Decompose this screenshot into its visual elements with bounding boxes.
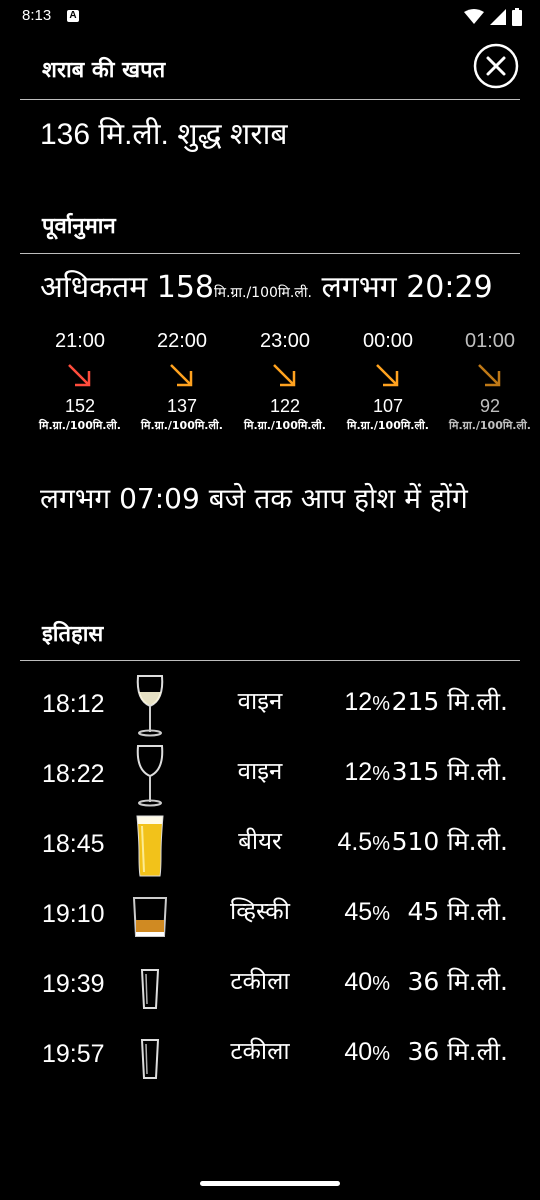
beer-glass-icon xyxy=(136,815,164,877)
whiskey-glass-icon xyxy=(132,897,168,937)
forecast-unit: मि.ग्रा./100मि.ली. xyxy=(141,419,223,432)
forecast-item: 00:00 107 मि.ग्रा./100मि.ली. xyxy=(333,330,443,433)
abv-percent-sign: % xyxy=(372,1043,390,1065)
battery-icon xyxy=(512,8,522,26)
drink-amount: 36 मि.ली. xyxy=(407,1037,508,1066)
close-button[interactable] xyxy=(472,42,520,90)
drink-time: 18:12 xyxy=(42,690,105,718)
divider xyxy=(20,660,520,661)
drink-name: बीयर xyxy=(238,827,282,855)
forecast-time: 01:00 xyxy=(464,330,516,352)
drink-amount: 315 मि.ली. xyxy=(391,757,508,786)
wine-glass-icon xyxy=(136,675,164,737)
total-alcohol: 136 मि.ली. शुद्ध शराब xyxy=(40,118,288,151)
signal-icon xyxy=(490,9,506,25)
peak-prefix: अधिकतम 158 xyxy=(40,270,215,305)
shot-glass-icon xyxy=(140,969,160,1009)
history-row[interactable]: 18:12 वाइन 12% 215 मि.ली. xyxy=(0,670,540,740)
status-time: 8:13 xyxy=(22,7,52,24)
drink-name: व्हिस्की xyxy=(230,897,290,925)
abv-percent-sign: % xyxy=(372,903,390,925)
forecast-item: 23:00 122 मि.ग्रा./100मि.ली. xyxy=(230,330,340,433)
page-title: शराब की खपत xyxy=(42,58,166,83)
abv-percent-sign: % xyxy=(372,973,390,995)
drink-amount: 45 मि.ली. xyxy=(407,897,508,926)
forecast-title: पूर्वानुमान xyxy=(42,214,116,239)
abv-value: 4.5 xyxy=(337,828,373,856)
history-row[interactable]: 18:45 बीयर 4.5% 510 मि.ली. xyxy=(0,810,540,880)
arrow-down-right-icon xyxy=(68,364,91,387)
abv-percent-sign: % xyxy=(372,763,390,785)
forecast-value: 122 xyxy=(269,396,301,416)
forecast-unit: मि.ग्रा./100मि.ली. xyxy=(244,419,326,432)
forecast-item: 21:00 152 मि.ग्रा./100मि.ली. xyxy=(25,330,135,433)
abv-value: 40 xyxy=(344,968,373,996)
forecast-item: 22:00 137 मि.ग्रा./100मि.ली. xyxy=(127,330,237,433)
notification-a-icon: A xyxy=(67,10,79,22)
drink-time: 18:22 xyxy=(42,760,105,788)
arrow-down-right-icon xyxy=(273,364,296,387)
wifi-icon xyxy=(464,9,484,24)
wine-glass-icon xyxy=(136,745,164,807)
history-row[interactable]: 18:22 वाइन 12% 315 मि.ली. xyxy=(0,740,540,810)
peak-unit: मि.ग्रा./100मि.ली. xyxy=(214,285,312,301)
arrow-down-right-icon xyxy=(478,364,501,387)
forecast-time: 21:00 xyxy=(54,330,106,352)
drink-amount: 36 मि.ली. xyxy=(407,967,508,996)
forecast-time: 23:00 xyxy=(259,330,311,352)
close-icon xyxy=(473,43,519,89)
abv-value: 12 xyxy=(344,758,373,786)
home-indicator[interactable] xyxy=(200,1181,340,1186)
drink-name: टकीला xyxy=(230,1037,290,1065)
forecast-value: 152 xyxy=(64,396,96,416)
drink-abv: 4.5% xyxy=(337,828,390,857)
drink-abv: 40% xyxy=(344,1038,390,1067)
drink-time: 18:45 xyxy=(42,830,105,858)
forecast-value: 137 xyxy=(166,396,198,416)
drink-name: वाइन xyxy=(237,757,283,785)
forecast-list[interactable]: 21:00 152 मि.ग्रा./100मि.ली. 22:00 137 म… xyxy=(0,330,540,442)
status-icons xyxy=(464,7,522,27)
drink-abv: 40% xyxy=(344,968,390,997)
drink-abv: 12% xyxy=(344,688,390,717)
drink-time: 19:39 xyxy=(42,970,105,998)
drink-amount: 215 मि.ली. xyxy=(391,687,508,716)
drink-time: 19:57 xyxy=(42,1040,105,1068)
drink-abv: 12% xyxy=(344,758,390,787)
drink-abv: 45% xyxy=(344,898,390,927)
forecast-value: 107 xyxy=(372,396,404,416)
peak-bac: अधिकतम 158मि.ग्रा./100मि.ली. लगभग 20:29 xyxy=(40,265,493,306)
divider xyxy=(20,253,520,254)
history-row[interactable]: 19:39 टकीला 40% 36 मि.ली. xyxy=(0,950,540,1020)
shot-glass-icon xyxy=(140,1039,160,1079)
status-bar: 8:13 A xyxy=(0,0,540,34)
forecast-value: 92 xyxy=(479,396,501,416)
history-row[interactable]: 19:57 टकीला 40% 36 मि.ली. xyxy=(0,1020,540,1090)
drink-amount: 510 मि.ली. xyxy=(391,827,508,856)
forecast-unit: मि.ग्रा./100मि.ली. xyxy=(449,419,531,432)
history-title: इतिहास xyxy=(42,622,104,647)
abv-value: 45 xyxy=(344,898,373,926)
abv-value: 12 xyxy=(344,688,373,716)
drink-time: 19:10 xyxy=(42,900,105,928)
sober-time-text: लगभग 07:09 बजे तक आप होश में होंगे xyxy=(40,482,468,515)
arrow-down-right-icon xyxy=(376,364,399,387)
drink-name: टकीला xyxy=(230,967,290,995)
forecast-unit: मि.ग्रा./100मि.ली. xyxy=(39,419,121,432)
divider xyxy=(20,99,520,100)
forecast-time: 22:00 xyxy=(156,330,208,352)
abv-percent-sign: % xyxy=(372,833,390,855)
peak-suffix: लगभग 20:29 xyxy=(311,270,493,305)
forecast-time: 00:00 xyxy=(362,330,414,352)
forecast-item: 01:00 92 मि.ग्रा./100मि.ली. xyxy=(435,330,540,433)
drink-name: वाइन xyxy=(237,687,283,715)
abv-value: 40 xyxy=(344,1038,373,1066)
arrow-down-right-icon xyxy=(170,364,193,387)
abv-percent-sign: % xyxy=(372,693,390,715)
history-row[interactable]: 19:10 व्हिस्की 45% 45 मि.ली. xyxy=(0,880,540,950)
forecast-unit: मि.ग्रा./100मि.ली. xyxy=(347,419,429,432)
